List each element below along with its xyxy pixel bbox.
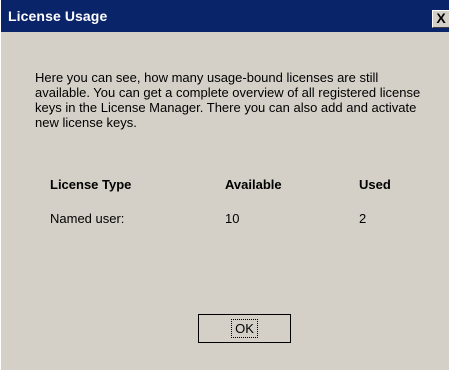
- description-text: Here you can see, how many usage-bound l…: [35, 70, 421, 130]
- column-header-license-type: License Type: [50, 177, 132, 192]
- dialog-title: License Usage: [8, 8, 108, 24]
- cell-available: 10: [225, 211, 240, 226]
- ok-button-label: OK: [231, 319, 258, 338]
- close-icon[interactable]: X: [432, 10, 449, 28]
- license-usage-dialog: License Usage X Here you can see, how ma…: [0, 0, 449, 370]
- cell-used: 2: [359, 211, 367, 226]
- title-bar[interactable]: License Usage X: [1, 0, 449, 32]
- column-header-available: Available: [225, 177, 282, 192]
- column-header-used: Used: [359, 177, 391, 192]
- cell-license-type: Named user:: [50, 211, 125, 226]
- ok-button[interactable]: OK: [198, 314, 291, 343]
